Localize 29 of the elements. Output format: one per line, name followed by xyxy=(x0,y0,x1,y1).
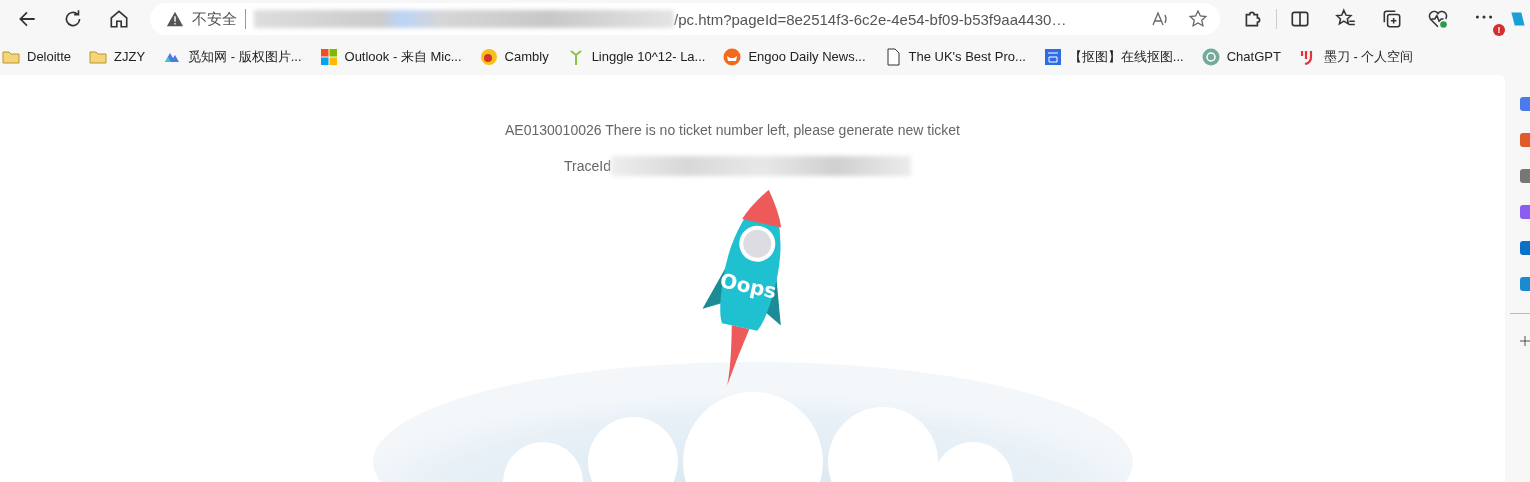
notification-badge: ! xyxy=(1493,24,1505,36)
bookmark[interactable]: The UK's Best Pro... xyxy=(883,47,1026,66)
square-logo-icon xyxy=(1043,47,1062,66)
warning-icon xyxy=(166,10,184,28)
fox-icon xyxy=(723,47,742,66)
collections-icon[interactable] xyxy=(1381,8,1403,30)
bookmark[interactable]: ZJZY xyxy=(89,47,146,66)
health-icon[interactable] xyxy=(1427,8,1449,30)
rocket-drawing: Oops xyxy=(689,178,810,398)
bookmark[interactable]: Engoo Daily News... xyxy=(723,47,866,66)
star-icon[interactable] xyxy=(1188,9,1208,29)
error-message: AE0130010026 There is no ticket number left, please generate new ticket xyxy=(505,122,960,138)
bookmark[interactable]: Outlook - 来自 Mic... xyxy=(319,47,462,66)
url-text: /pc.htm?pageId=8e2514f3-6c2e-4e54-bf09-b53f9aa4430… xyxy=(674,10,1068,28)
bookmark[interactable]: Cambly xyxy=(479,47,549,66)
round-logo-icon xyxy=(479,47,498,66)
address-bar[interactable]: 不安全 /pc.htm?pageId=8e2514f3-6c2e-4e54-bf09-b53f9aa4430… xyxy=(150,3,1220,35)
bookmark[interactable]: Linggle 10^12- La... xyxy=(566,47,706,66)
bookmark[interactable]: 觅知网 - 版权图片... xyxy=(163,47,302,66)
bookmark[interactable]: ChatGPT xyxy=(1201,47,1281,66)
knot-logo-icon xyxy=(1201,47,1220,66)
add-icon[interactable] xyxy=(1520,336,1530,346)
security-label: 不安全 xyxy=(192,9,237,29)
bookmark[interactable]: Deloitte xyxy=(2,47,72,66)
home-icon[interactable] xyxy=(108,8,130,30)
bookmark[interactable]: 【抠图】在线抠图... xyxy=(1043,47,1184,66)
windows-logo-icon xyxy=(319,47,338,66)
bookmark[interactable]: 墨刀 - 个人空间 xyxy=(1298,47,1414,66)
trace-label: TraceId xyxy=(564,158,611,174)
